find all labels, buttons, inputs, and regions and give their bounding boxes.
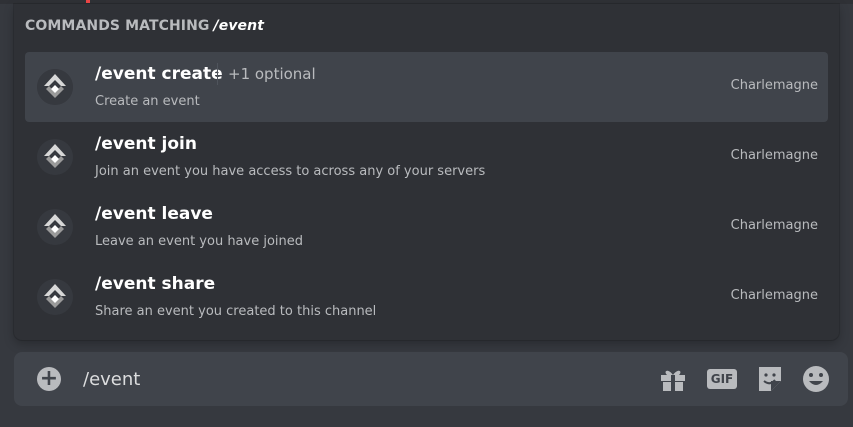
command-autocomplete-popup: COMMANDS MATCHING/event /event create +1… <box>14 4 839 340</box>
header-query: /event <box>213 18 265 34</box>
command-description: Join an event you have access to across … <box>95 164 486 179</box>
bot-avatar <box>37 69 73 105</box>
emoji-icon[interactable] <box>801 365 831 393</box>
gif-label: GIF <box>707 369 737 389</box>
gift-icon[interactable] <box>658 365 688 393</box>
bot-name: Charlemagne <box>730 78 818 93</box>
optional-params: +1 optional <box>217 63 316 85</box>
bot-name: Charlemagne <box>730 218 818 233</box>
command-name: /event leave <box>95 204 213 224</box>
command-name: /event create <box>95 64 223 84</box>
charlemagne-logo-icon <box>37 139 73 175</box>
command-description: Create an event <box>95 94 200 109</box>
command-name: /event join <box>95 134 197 154</box>
plus-circle-icon[interactable]: + <box>37 367 61 391</box>
bot-avatar <box>37 139 73 175</box>
bot-avatar <box>37 209 73 245</box>
command-row-event-share[interactable]: /event share Share an event you created … <box>25 262 828 332</box>
message-input[interactable] <box>83 364 603 394</box>
bot-name: Charlemagne <box>730 148 818 163</box>
command-row-event-join[interactable]: /event join Join an event you have acces… <box>25 122 828 192</box>
command-name: /event share <box>95 274 216 294</box>
message-composer: + GIF <box>14 352 848 406</box>
command-description: Leave an event you have joined <box>95 234 304 249</box>
command-row-event-create[interactable]: /event create +1 optional Create an even… <box>25 52 828 122</box>
bot-avatar <box>37 279 73 315</box>
command-description: Share an event you created to this chann… <box>95 304 377 319</box>
bot-name: Charlemagne <box>730 288 818 303</box>
top-accent-bar <box>86 0 90 3</box>
command-row-event-leave[interactable]: /event leave Leave an event you have joi… <box>25 192 828 262</box>
sticker-icon[interactable] <box>755 365 785 393</box>
gif-icon[interactable]: GIF <box>706 365 737 393</box>
charlemagne-logo-icon <box>37 279 73 315</box>
charlemagne-logo-icon <box>37 69 73 105</box>
charlemagne-logo-icon <box>37 209 73 245</box>
autocomplete-header: COMMANDS MATCHING/event <box>25 18 264 34</box>
header-prefix: COMMANDS MATCHING <box>25 18 210 34</box>
